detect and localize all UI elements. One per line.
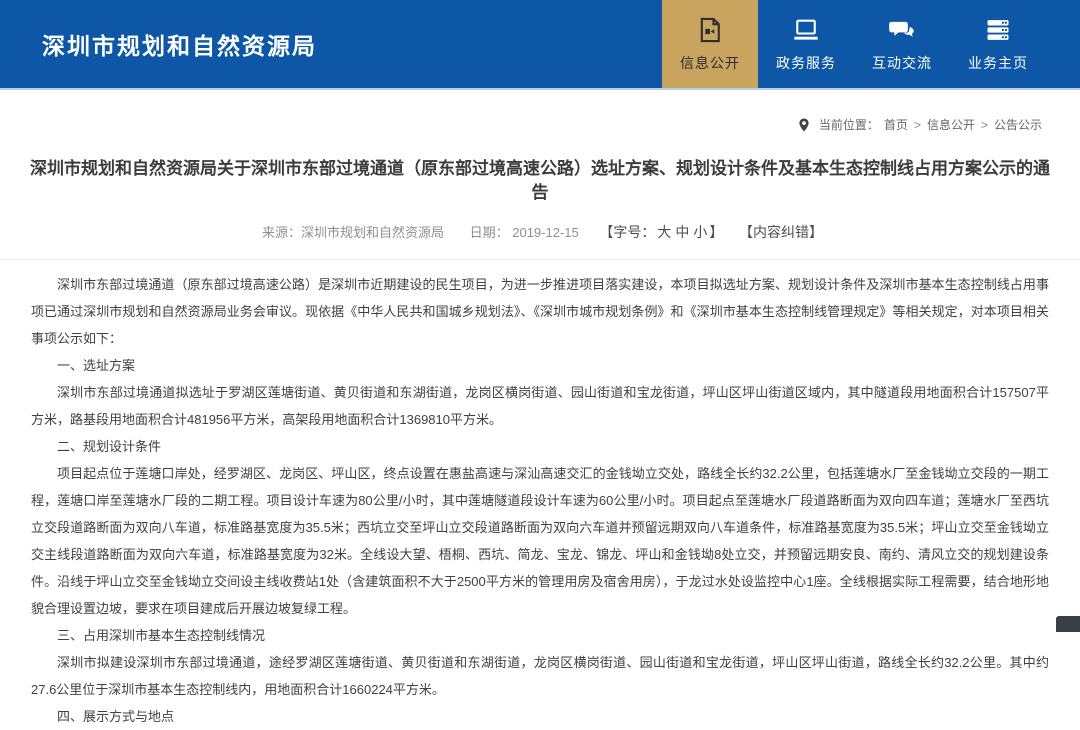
section-heading: 四、展示方式与地点	[31, 703, 1049, 730]
location-pin-icon	[798, 118, 810, 132]
article-source: 来源：深圳市规划和自然资源局	[262, 225, 444, 240]
article-meta: 来源：深圳市规划和自然资源局 日期： 2019-12-15 【字号：大中小】 【…	[0, 222, 1080, 260]
chat-icon	[888, 16, 916, 44]
site-header: 深圳市规划和自然资源局 信息公开 政务服务	[0, 0, 1080, 90]
main-nav: 信息公开 政务服务 互动交流	[662, 0, 1046, 88]
section-heading: 三、占用深圳市基本生态控制线情况	[31, 622, 1049, 649]
nav-tab-interaction[interactable]: 互动交流	[854, 0, 950, 88]
font-size-large-button[interactable]: 大	[657, 224, 671, 240]
content-correction-button[interactable]: 【内容纠错】	[739, 224, 823, 240]
nav-tab-label: 互动交流	[872, 53, 932, 73]
nav-tab-label: 业务主页	[968, 53, 1028, 73]
article-date: 日期： 2019-12-15	[470, 225, 579, 240]
paragraph: 深圳市东部过境通道拟选址于罗湖区莲塘街道、黄贝街道和东湖街道，龙岗区横岗街道、园…	[31, 379, 1049, 433]
font-size-medium-button[interactable]: 中	[675, 224, 689, 240]
server-icon	[984, 16, 1012, 44]
document-icon	[696, 16, 724, 44]
breadcrumb-info-disclosure[interactable]: 信息公开	[927, 116, 975, 133]
font-size-control: 【字号：大中小】	[599, 224, 723, 240]
paragraph: 深圳市东部过境通道（原东部过境高速公路）是深圳市近期建设的民生项目，为进一步推进…	[31, 271, 1049, 352]
breadcrumb-label: 当前位置：	[819, 116, 879, 133]
breadcrumb: 当前位置： 首页 > 信息公开 > 公告公示	[0, 90, 1080, 137]
site-title[interactable]: 深圳市规划和自然资源局	[0, 27, 317, 61]
paragraph: 深圳市拟建设深圳市东部过境通道，途经罗湖区莲塘街道、黄贝街道和东湖街道，龙岗区横…	[31, 649, 1049, 703]
page-title: 深圳市规划和自然资源局关于深圳市东部过境通道（原东部过境高速公路）选址方案、规划…	[28, 157, 1052, 205]
scroll-corner-widget[interactable]	[1056, 616, 1080, 632]
nav-tab-info-disclosure[interactable]: 信息公开	[662, 0, 758, 88]
font-size-small-button[interactable]: 小	[693, 224, 707, 240]
nav-tab-gov-services[interactable]: 政务服务	[758, 0, 854, 88]
article-body: 深圳市东部过境通道（原东部过境高速公路）是深圳市近期建设的民生项目，为进一步推进…	[0, 260, 1080, 730]
section-heading: 一、选址方案	[31, 352, 1049, 379]
paragraph: 项目起点位于莲塘口岸处，经罗湖区、龙岗区、坪山区，终点设置在惠盐高速与深汕高速交…	[31, 460, 1049, 622]
breadcrumb-home[interactable]: 首页	[884, 116, 908, 133]
nav-tab-business-home[interactable]: 业务主页	[950, 0, 1046, 88]
nav-tab-label: 政务服务	[776, 53, 836, 73]
breadcrumb-separator: >	[914, 118, 921, 132]
laptop-icon	[792, 16, 820, 44]
breadcrumb-separator: >	[981, 118, 988, 132]
font-size-label-close: 】	[709, 224, 723, 240]
font-size-label: 【字号：	[599, 224, 655, 240]
section-heading: 二、规划设计条件	[31, 433, 1049, 460]
breadcrumb-notices[interactable]: 公告公示	[994, 116, 1042, 133]
nav-tab-label: 信息公开	[680, 53, 740, 73]
